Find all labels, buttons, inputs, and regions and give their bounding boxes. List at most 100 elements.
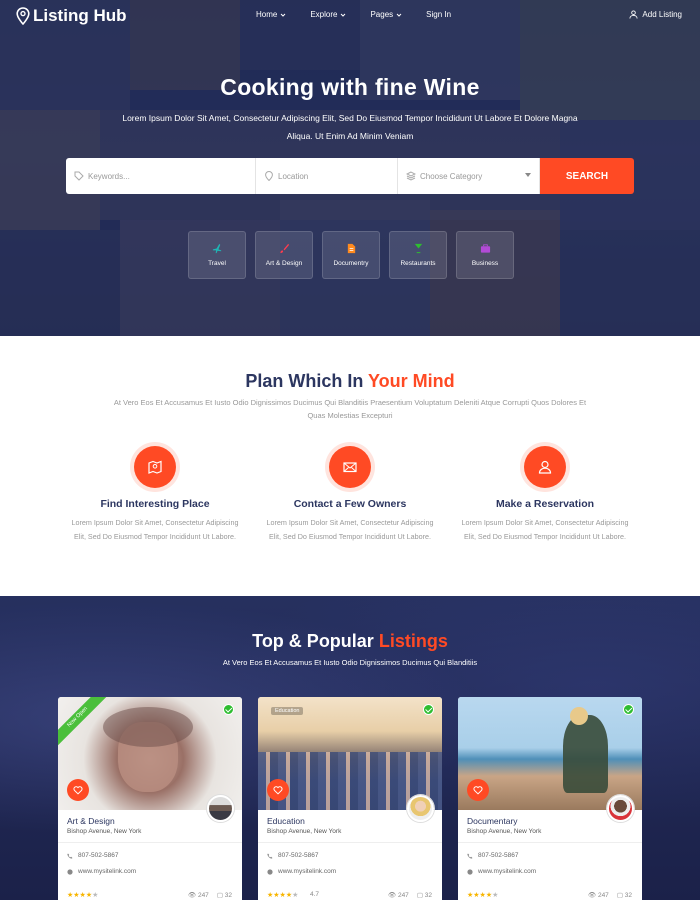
category-business[interactable]: Business (456, 231, 514, 279)
brand-logo[interactable]: Listing Hub (16, 6, 126, 26)
tag-icon (74, 171, 84, 181)
search-button[interactable]: SEARCH (540, 158, 634, 194)
keywords-input[interactable]: Keywords... (66, 158, 256, 194)
rating-stars: ★★★★★ (467, 892, 499, 899)
chevron-down-icon (396, 13, 402, 17)
divider (58, 842, 242, 843)
favorite-button[interactable] (267, 779, 289, 801)
plan-title: Plan Which In Your Mind (0, 371, 700, 392)
owner-avatar[interactable] (207, 795, 234, 822)
feature-text: Lorem Ipsum Dolor Sit Amet, Consectetur … (266, 518, 434, 541)
plan-title-accent: Your Mind (368, 371, 455, 391)
category-tag: Education (271, 707, 304, 715)
category-label: Restaurants (400, 260, 436, 267)
views-count: 👁 247 (187, 892, 209, 899)
listing-address: Bishop Avenue, New York (267, 828, 342, 835)
top-navbar: Listing Hub Home Explore Pages Sign In A… (0, 0, 700, 30)
globe-icon (467, 868, 473, 875)
listing-category[interactable]: Education (267, 816, 305, 826)
chevron-down-icon (341, 13, 346, 17)
search-bar: Keywords... Location Choose Category SEA… (66, 158, 634, 194)
listing-meta: 👁 247 ▢ 32 (588, 891, 632, 899)
rating-stars: ★★★★★ (67, 892, 99, 899)
comments-count: ▢ 32 (416, 892, 432, 899)
listings-title-accent: Listings (378, 631, 448, 651)
listing-phone: 807-502-5867 (67, 852, 118, 859)
heart-icon (73, 786, 83, 795)
add-listing-label: Add Listing (642, 10, 682, 19)
category-placeholder: Choose Category (420, 171, 483, 181)
owner-avatar[interactable] (407, 795, 434, 822)
map-pin-icon (16, 7, 30, 25)
phone-text: 807-502-5867 (478, 852, 519, 859)
plan-title-main: Plan Which In (245, 371, 369, 391)
feature-title: Contact a Few Owners (293, 498, 407, 510)
listing-website[interactable]: www.mysitelink.com (467, 868, 536, 875)
divider (258, 842, 442, 843)
category-documentry[interactable]: Documentry (322, 231, 380, 279)
brand-name: Listing Hub (33, 6, 127, 25)
hero-title: Cooking with fine Wine (220, 74, 480, 100)
envelope-icon (343, 462, 357, 473)
rating-stars: ★★★★★ (267, 892, 299, 899)
plan-section: Plan Which In Your Mind At Vero Eos Et A… (0, 336, 700, 596)
feature-title: Make a Reservation (495, 498, 595, 510)
category-label: Art & Design (265, 260, 303, 267)
listing-phone: 807-502-5867 (267, 852, 318, 859)
plane-icon (212, 243, 221, 254)
comments-value: 32 (424, 892, 432, 899)
briefcase-icon (480, 244, 490, 253)
heart-icon (473, 786, 483, 795)
category-travel[interactable]: Travel (188, 231, 246, 279)
listing-address: Bishop Avenue, New York (467, 828, 542, 835)
listing-category[interactable]: Art & Design (67, 816, 115, 826)
feature-text: Lorem Ipsum Dolor Sit Amet, Consectetur … (71, 518, 239, 541)
comments-count: ▢ 32 (616, 892, 632, 899)
listing-website[interactable]: www.mysitelink.com (267, 868, 336, 875)
listing-website[interactable]: www.mysitelink.com (67, 868, 136, 875)
feature-title: Find Interesting Place (100, 498, 210, 510)
location-input[interactable]: Location (256, 158, 398, 194)
feature-contact-owners: Contact a Few Owners Lorem Ipsum Dolor S… (260, 446, 440, 544)
map-icon (148, 460, 162, 474)
glass-icon (414, 243, 422, 254)
phone-icon (67, 853, 73, 859)
listings-title: Top & Popular Listings (0, 631, 700, 652)
map-pin-icon (265, 171, 273, 181)
chevron-down-icon (280, 13, 286, 17)
category-art-design[interactable]: Art & Design (255, 231, 313, 279)
favorite-button[interactable] (67, 779, 89, 801)
nav-item-pages[interactable]: Pages (370, 10, 402, 19)
feature-text: Lorem Ipsum Dolor Sit Amet, Consectetur … (461, 518, 629, 541)
comments-value: 32 (224, 892, 232, 899)
category-label: Documentry (333, 260, 369, 267)
nav-item-explore[interactable]: Explore (310, 10, 346, 19)
feature-make-reservation: Make a Reservation Lorem Ipsum Dolor Sit… (455, 446, 635, 544)
category-label: Travel (208, 260, 226, 267)
add-listing-link[interactable]: Add Listing (629, 10, 682, 19)
location-placeholder: Location (278, 171, 309, 181)
category-select[interactable]: Choose Category (398, 158, 540, 194)
listing-category[interactable]: Documentary (467, 816, 518, 826)
phone-text: 807-502-5867 (78, 852, 119, 859)
hero-subtitle: Lorem Ipsum Dolor Sit Amet, Consectetur … (122, 113, 578, 141)
views-count: 👁 247 (587, 892, 609, 899)
owner-avatar[interactable] (607, 795, 634, 822)
category-shortcuts: Travel Art & Design Documentry Restauran… (188, 231, 514, 279)
listing-card[interactable]: Documentary Bishop Avenue, New York 807-… (458, 697, 642, 900)
brush-icon (279, 243, 289, 254)
phone-icon (267, 853, 273, 859)
category-restaurants[interactable]: Restaurants (389, 231, 447, 279)
nav-item-sign-in[interactable]: Sign In (426, 10, 451, 19)
listing-card[interactable]: Education Education Bishop Avenue, New Y… (258, 697, 442, 900)
nav-item-label: Sign In (426, 10, 452, 19)
dropdown-caret-icon (525, 173, 531, 177)
hero-section: Listing Hub Home Explore Pages Sign In A… (0, 0, 700, 336)
favorite-button[interactable] (467, 779, 489, 801)
verified-icon (223, 704, 234, 715)
nav-item-home[interactable]: Home (256, 10, 286, 19)
listing-address: Bishop Avenue, New York (67, 828, 142, 835)
category-label: Business (471, 260, 499, 267)
nav-item-label: Pages (370, 10, 394, 19)
listing-card[interactable]: Now Open Art & Design Bishop Avenue, New… (58, 697, 242, 900)
